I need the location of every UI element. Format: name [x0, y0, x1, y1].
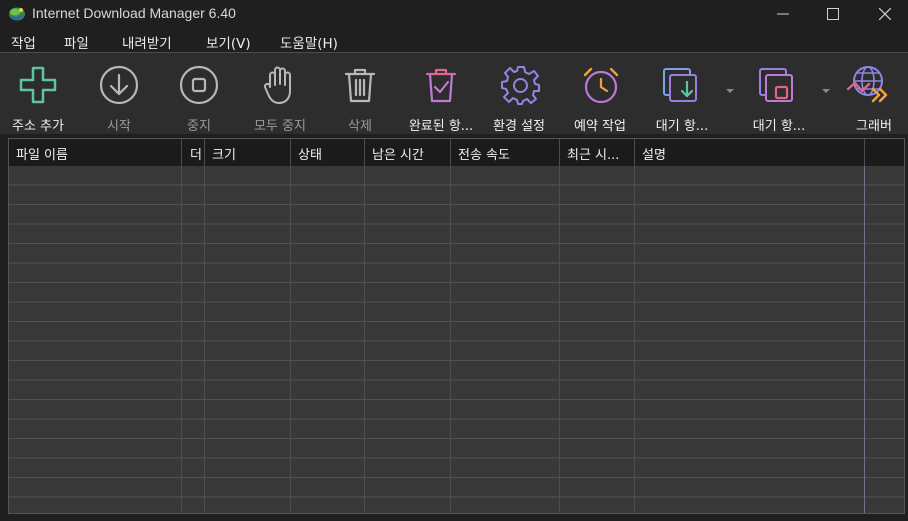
- maximize-icon: [827, 8, 839, 20]
- download-arrow-icon: [99, 65, 139, 105]
- minimize-icon: [777, 13, 789, 15]
- toolbar: 주소 추가 시작 중지 모두 중지 삭제 완료된 항... 환경 설정 예약 작…: [0, 52, 908, 134]
- options-button[interactable]: 환경 설정: [486, 61, 556, 134]
- start-button[interactable]: 시작: [88, 61, 150, 134]
- column-header-status[interactable]: 상태: [291, 139, 365, 166]
- alarm-clock-icon: [583, 67, 619, 104]
- stop-queue-label: 대기 항...: [752, 119, 806, 134]
- start-queue-dropdown-icon[interactable]: [726, 89, 734, 93]
- column-divider: [559, 166, 560, 513]
- add-url-label: 주소 추가: [12, 119, 64, 134]
- stop-queue-button[interactable]: 대기 항...: [748, 61, 818, 134]
- stop-queue-dropdown-icon[interactable]: [822, 89, 830, 93]
- delete-button[interactable]: 삭제: [330, 61, 390, 134]
- maximize-button[interactable]: [810, 0, 856, 28]
- column-header-last-try[interactable]: 최근 시...: [560, 139, 635, 166]
- queue-stop-icon: [759, 68, 793, 102]
- menu-help[interactable]: 도움말(H): [280, 32, 338, 52]
- column-divider: [634, 166, 635, 513]
- column-header-filename[interactable]: 파일 이름: [9, 139, 182, 166]
- stop-label: 중지: [187, 119, 211, 134]
- menu-tasks[interactable]: 작업: [11, 32, 36, 52]
- stop-icon: [179, 65, 219, 105]
- grabber-label: 그래버: [856, 119, 892, 134]
- column-divider: [290, 166, 291, 513]
- scheduler-label: 예약 작업: [574, 119, 626, 134]
- column-divider: [204, 166, 205, 513]
- idm-logo-icon: [9, 7, 25, 21]
- menu-bar: 작업 파일 내려받기 보기(V) 도움말(H): [0, 30, 908, 52]
- menu-file[interactable]: 파일: [64, 32, 89, 52]
- delete-completed-label: 완료된 항...: [408, 119, 474, 134]
- hand-icon: [263, 66, 291, 104]
- menu-view[interactable]: 보기(V): [206, 32, 251, 52]
- minimize-button[interactable]: [760, 0, 806, 28]
- start-queue-label: 대기 항...: [655, 119, 709, 134]
- scheduler-button[interactable]: 예약 작업: [568, 61, 634, 134]
- trash-check-icon: [425, 68, 457, 103]
- gear-icon: [501, 66, 540, 105]
- column-divider: [450, 166, 451, 513]
- column-header-time-left[interactable]: 남은 시간: [365, 139, 451, 166]
- table-header: 파일 이름 더 크기 상태 남은 시간 전송 속도 최근 시... 설명: [9, 139, 904, 166]
- column-header-q[interactable]: 더: [182, 139, 205, 166]
- download-list[interactable]: 파일 이름 더 크기 상태 남은 시간 전송 속도 최근 시... 설명: [8, 138, 905, 514]
- start-queue-button[interactable]: 대기 항...: [650, 61, 720, 134]
- globe-arrow-icon: [846, 66, 888, 103]
- add-url-button[interactable]: 주소 추가: [0, 61, 76, 134]
- menu-downloads[interactable]: 내려받기: [122, 32, 172, 52]
- options-label: 환경 설정: [493, 119, 545, 134]
- stop-all-button[interactable]: 모두 중지: [243, 61, 317, 134]
- start-label: 시작: [107, 119, 131, 134]
- column-header-description[interactable]: 설명: [635, 139, 865, 166]
- title-bar: Internet Download Manager 6.40: [0, 0, 908, 28]
- delete-completed-button[interactable]: 완료된 항...: [403, 61, 479, 134]
- stop-all-label: 모두 중지: [254, 119, 306, 134]
- column-divider: [364, 166, 365, 513]
- window-bottom-border: [0, 515, 908, 521]
- column-divider: [864, 166, 865, 513]
- queue-download-icon: [663, 68, 697, 102]
- column-divider: [181, 166, 182, 513]
- column-header-filler: [865, 139, 904, 166]
- window-title: Internet Download Manager 6.40: [32, 5, 236, 21]
- delete-label: 삭제: [348, 119, 372, 134]
- grabber-button[interactable]: 그래버: [840, 61, 906, 134]
- trash-icon: [344, 68, 376, 103]
- column-header-size[interactable]: 크기: [205, 139, 291, 166]
- column-header-transfer-rate[interactable]: 전송 속도: [451, 139, 560, 166]
- close-button[interactable]: [862, 0, 908, 28]
- stop-button[interactable]: 중지: [168, 61, 230, 134]
- close-icon: [879, 8, 891, 20]
- plus-icon: [19, 66, 57, 104]
- table-body[interactable]: [9, 166, 904, 513]
